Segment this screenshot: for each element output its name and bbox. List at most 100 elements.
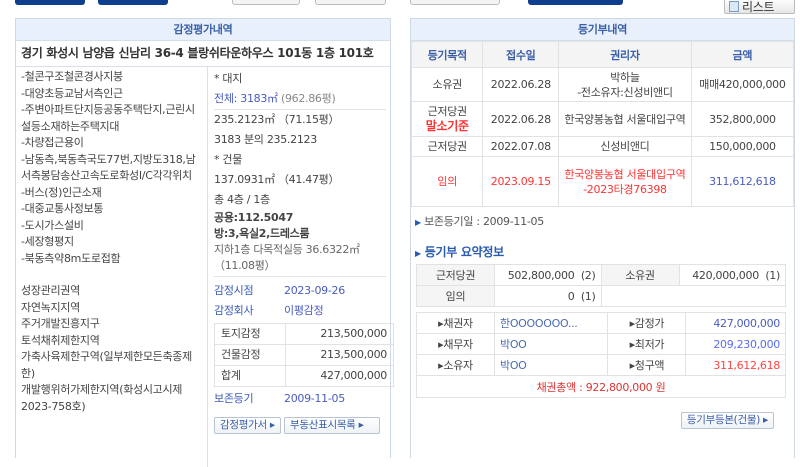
appraisal-company: 이평감정: [284, 304, 324, 317]
value-label: 토지감정: [214, 323, 286, 345]
price-key: ▸청구액: [607, 354, 687, 376]
floors: 총 4층 / 1층: [214, 193, 270, 206]
list-button[interactable]: 리스트: [724, 0, 795, 14]
summary-key: 근저당권: [416, 264, 495, 286]
registry-table: 등기목적 접수일 권리자 금액 소유권 2022.06.28 박하늘 -전소유자:신성비앤디…: [410, 41, 795, 207]
summary-value: 420,000,000: [692, 268, 759, 282]
desc-line: -차량접근용이: [21, 136, 84, 149]
purpose: 근저당권: [427, 140, 468, 153]
zone-line: 가축사육제한구역(일부제한모든축종제한): [21, 350, 192, 380]
top-button-4[interactable]: [315, 0, 386, 5]
common-area: 공용:112.5047: [214, 211, 294, 224]
price-value: 427,000,000: [685, 312, 786, 334]
party-value: 박OO: [493, 333, 609, 355]
receipt-date: 2022.06.28: [482, 67, 560, 102]
value-amount: 213,500,000: [284, 323, 395, 345]
list-icon: [729, 0, 739, 12]
desc-line: -북동측약8m도로접함: [21, 251, 121, 265]
receipt-date: 2023.09.15: [482, 156, 560, 207]
right-holder: 한국양봉농협 서울대입구역 -2023타경76398: [558, 156, 692, 207]
top-button-5[interactable]: [410, 0, 500, 5]
cancellation-basis-badge: 말소기준: [425, 119, 469, 133]
purpose: 근저당권: [427, 105, 468, 118]
top-button-1[interactable]: [15, 0, 85, 5]
summary-table: 근저당권 502,800,000 (2) 소유권 420,000,000 (1) 임의 0…: [416, 264, 786, 307]
zone-line: 개발행위허가제한지역(화성시고시제2023-758호): [21, 383, 183, 413]
column-header: 금액: [690, 41, 795, 68]
date-label: 감정시점: [214, 284, 254, 297]
building-area: 137.0931㎡ （41.47평）: [214, 173, 340, 186]
zone-line: 성장관리권역: [21, 284, 80, 297]
summary-count: (1): [765, 268, 780, 282]
zone-line: 토석채취제한지역: [21, 333, 100, 347]
registry-panel: 등기부내역 등기목적 접수일 권리자 금액 소유권 2022.06.28 박하늘 -전소유자…: [410, 18, 795, 458]
top-button-3[interactable]: [232, 0, 300, 5]
appraisal-report-button[interactable]: 감정평가서 ▸: [214, 417, 281, 434]
summary-count: (1): [580, 289, 596, 303]
registry-row: 근저당권 2022.07.08 신성비앤디 150,000,000: [410, 136, 795, 157]
amount: 150,000,000: [690, 136, 795, 157]
preservation-date: 2009-11-05: [284, 392, 345, 405]
land-total: 전체: 3183㎡: [214, 92, 278, 105]
amount: 311,612,618: [690, 156, 795, 207]
bullet-icon: ▶: [415, 218, 421, 227]
party-value: 한OOOOOOO...: [493, 312, 609, 334]
description-column: -철콘구조철콘경사지붕 -대양초등교남서측인근 -주변아파트단지등공동주택단지,근린…: [16, 67, 208, 467]
desc-line: -대양초등교남서측인근: [21, 86, 123, 100]
registry-row: 근저당권 말소기준 2022.06.28 한국양봉농협 서울대입구역 352,800,0…: [410, 101, 795, 137]
value-label: 건물감정: [214, 344, 286, 366]
company-label: 감정회사: [214, 304, 254, 317]
land-total-pyeong: (962.86평): [280, 92, 336, 105]
appraisal-title: 감정평가내역: [16, 19, 390, 41]
total-claims: 채권총액 : 922,800,000 원: [416, 375, 786, 398]
appraisal-date: 2023-09-26: [284, 284, 345, 297]
zone-line: 주거개발진흥지구: [21, 317, 100, 330]
party-row: ▸채무자 박OO ▸최저가 209,230,000: [416, 333, 786, 355]
building-label: * 건물: [214, 153, 243, 166]
top-button-6[interactable]: [528, 0, 623, 5]
value-row: 건물감정 213,500,000: [214, 344, 395, 366]
amount: 352,800,000: [690, 101, 795, 137]
summary-row: 근저당권 502,800,000 (2) 소유권 420,000,000 (1): [416, 264, 786, 286]
preservation-date-line: ▶ 보존등기일 : 2009-11-05: [415, 215, 544, 228]
desc-line: -주변아파트단지등공동주택단지,근린시설등소재하는주택지대: [21, 103, 195, 133]
zone-line: 자연녹지지역: [21, 300, 80, 314]
land-share: 235.2123㎡ （71.15평）: [214, 113, 340, 126]
column-header: 등기목적: [410, 41, 484, 68]
value-amount: 213,500,000: [284, 344, 395, 366]
receipt-date: 2022.07.08: [482, 136, 560, 157]
land-ratio: 3183 분의 235.2123: [214, 133, 317, 146]
purpose: 임의: [437, 175, 458, 188]
party-row: ▸채권자 한OOOOOOO... ▸감정가 427,000,000: [416, 312, 786, 334]
right-holder: 신성비앤디: [558, 136, 692, 157]
rooms: 방:3,욕실2,드레스룸: [214, 227, 310, 240]
desc-line: -철콘구조철콘경사지붕: [21, 70, 123, 83]
property-list-button[interactable]: 부동산표시목록 ▸: [284, 417, 381, 434]
party-value: 박OO: [493, 354, 609, 376]
parties-table: ▸채권자 한OOOOOOO... ▸감정가 427,000,000 ▸채무자 박OO ▸최저…: [416, 312, 786, 398]
price-key: ▸감정가: [607, 312, 687, 334]
bullet-icon: ▶: [415, 249, 421, 258]
property-address: 경기 화성시 남양읍 신남리 36-4 블랑쉬타운하우스 101동 1층 101…: [16, 41, 390, 67]
purpose: 소유권: [432, 78, 463, 91]
basement: 지하1층 다목적실등 36.6322㎡ （11.08평）: [214, 242, 386, 277]
detail-column: * 대지 전체: 3183㎡ (962.86평) 235.2123㎡ （71.1…: [209, 67, 395, 437]
value-row: 합계 427,000,000: [214, 365, 395, 387]
party-key: ▸채무자: [416, 333, 495, 355]
value-label: 합계: [214, 365, 286, 387]
registry-copy-button[interactable]: 등기부등본(건물) ▸: [680, 412, 774, 429]
summary-count: (2): [580, 268, 596, 282]
summary-value: 502,800,000: [507, 268, 575, 282]
summary-key: 소유권: [600, 264, 680, 286]
column-header: 접수일: [482, 41, 560, 68]
desc-line: -버스(정)인근소재: [21, 185, 102, 199]
party-row: ▸소유자 박OO ▸청구액 311,612,618: [416, 354, 786, 376]
desc-line: -세장형평지: [21, 235, 74, 248]
top-button-2[interactable]: [98, 0, 168, 5]
summary-row: 임의 0 (1): [416, 285, 786, 307]
column-header: 권리자: [558, 41, 692, 68]
party-key: ▸채권자: [416, 312, 495, 334]
party-key: ▸소유자: [416, 354, 495, 376]
registry-row: 소유권 2022.06.28 박하늘 -전소유자:신성비앤디 매매420,000,00…: [410, 67, 795, 102]
price-key: ▸최저가: [607, 333, 687, 355]
